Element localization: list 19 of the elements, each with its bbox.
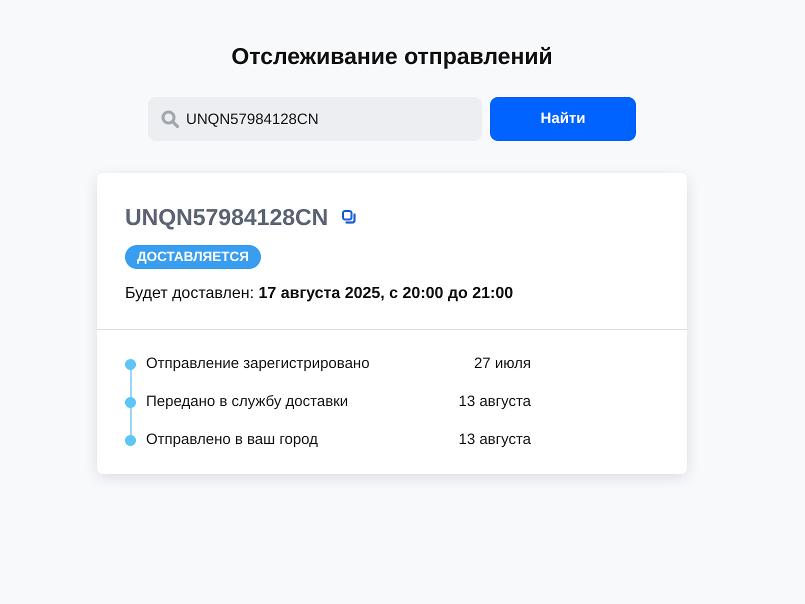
event-date: 13 августа bbox=[458, 392, 531, 412]
delivery-estimate-text: Будет доставлен: 17 августа 2025, с 20:00 до 21:00 bbox=[125, 284, 514, 304]
event-label: Отправление зарегистрировано bbox=[146, 354, 370, 374]
find-button[interactable]: Найти bbox=[490, 97, 636, 141]
event-label: Отправлено в ваш город bbox=[146, 430, 318, 450]
timeline-line bbox=[130, 370, 132, 396]
tracking-number: UNQN57984128CN bbox=[125, 203, 328, 231]
event-date: 27 июля bbox=[474, 354, 531, 374]
timeline-dot-icon bbox=[125, 358, 136, 370]
event-label: Передано в службу доставки bbox=[146, 392, 348, 412]
status-badge: ДОСТАВЛЯЕТСЯ bbox=[125, 245, 261, 269]
copy-icon[interactable] bbox=[342, 210, 356, 224]
event-date: 13 августа bbox=[458, 430, 531, 450]
timeline-line bbox=[130, 408, 132, 434]
search-field[interactable]: UNQN57984128CN bbox=[148, 97, 482, 141]
timeline-dot-icon bbox=[125, 396, 136, 408]
timeline-dot-icon bbox=[125, 434, 136, 446]
search-icon bbox=[161, 110, 179, 128]
page-title: Отслеживание отправлений bbox=[231, 42, 553, 71]
